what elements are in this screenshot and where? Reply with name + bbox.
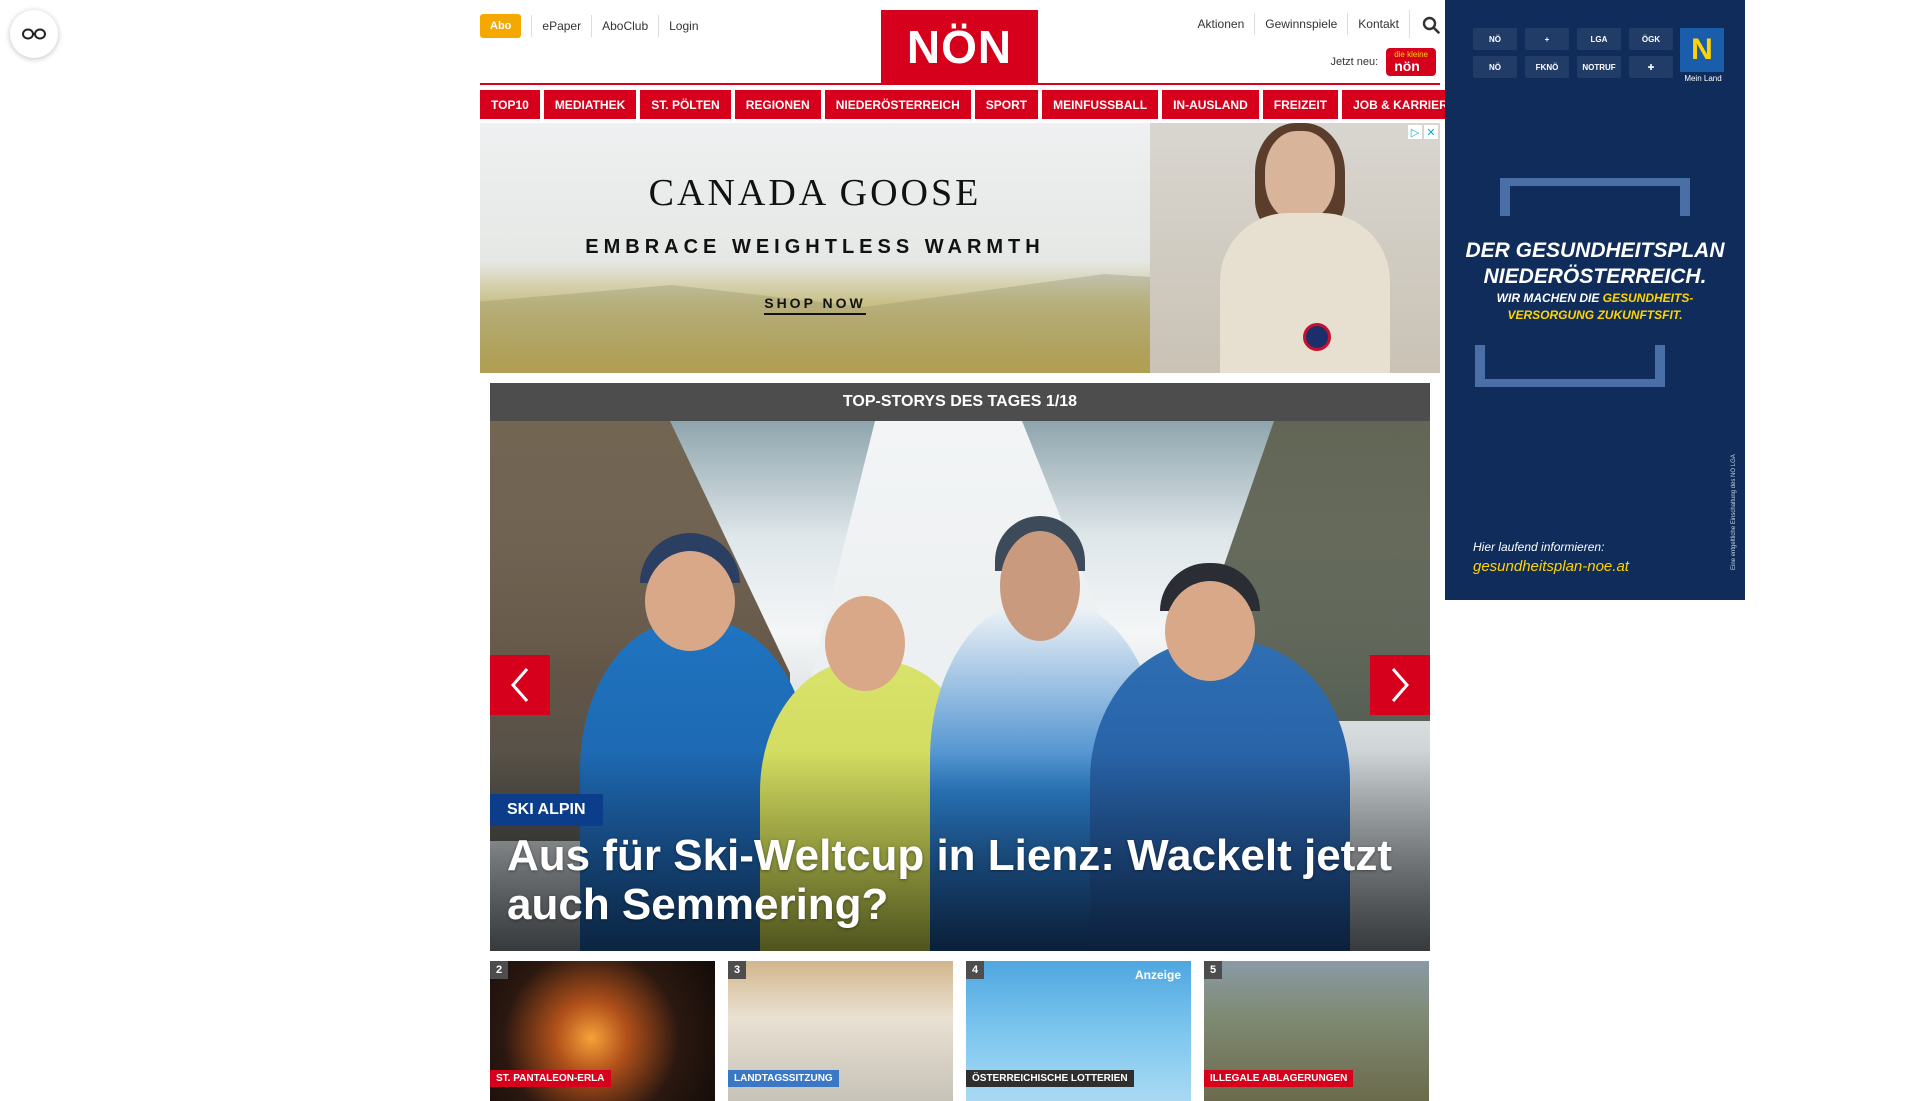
top-stories: TOP-STORYS DES TAGES 1/18 SKI ALPIN Aus …: [490, 383, 1430, 1101]
story-thumb-4[interactable]: 4 Anzeige ÖSTERREICHISCHE LOTTERIEN: [966, 961, 1191, 1101]
gewinnspiele-link[interactable]: Gewinnspiele: [1254, 13, 1347, 35]
header-divider: [480, 83, 1440, 85]
die-kleine-noen-logo[interactable]: die kleine nön: [1386, 48, 1436, 76]
jetzt-neu-label: Jetzt neu:: [1330, 56, 1379, 68]
jetzt-neu-row: Jetzt neu: die kleine nön: [1330, 48, 1436, 76]
side-ad-url[interactable]: gesundheitsplan-noe.at: [1473, 558, 1629, 575]
carousel-next-button[interactable]: [1370, 655, 1430, 715]
mein-land-logo: N: [1680, 28, 1724, 72]
ad-cta-label: SHOP NOW: [764, 295, 866, 315]
site-logo[interactable]: NÖN: [881, 10, 1038, 84]
side-ad-headline-line2: NIEDERÖSTERREICH.: [1483, 265, 1707, 288]
hero-headline[interactable]: Aus für Ski-Weltcup in Lienz: Wackelt je…: [507, 831, 1417, 929]
side-ad-sub-a: WIR MACHEN DIE: [1496, 291, 1603, 305]
nav-item-sport[interactable]: SPORT: [974, 90, 1039, 119]
thumb-category: ÖSTERREICHISCHE LOTTERIEN: [966, 1070, 1134, 1087]
nav-item-st-poelten[interactable]: ST. PÖLTEN: [640, 90, 731, 119]
kontakt-link[interactable]: Kontakt: [1347, 13, 1409, 35]
search-icon: [1422, 16, 1440, 34]
top-links-left: Abo ePaper AboClub Login: [480, 14, 709, 38]
story-thumb-2[interactable]: 2 ST. PANTALEON-ERLA: [490, 961, 715, 1101]
thumb-number: 4: [966, 961, 985, 979]
story-thumb-5[interactable]: 5 ILLEGALE ABLAGERUNGEN: [1204, 961, 1429, 1101]
ad-brand: CANADA GOOSE: [648, 172, 982, 214]
partner-logo: FKNÖ: [1525, 56, 1569, 78]
ad-cta[interactable]: SHOP NOW: [480, 295, 1150, 315]
side-ad-sub-line2: VERSORGUNG ZUKUNFTSFIT.: [1507, 308, 1683, 322]
bracket-decoration-bottom: [1475, 345, 1665, 387]
main-column: Abo ePaper AboClub Login NÖN Aktionen Ge…: [480, 0, 1467, 1101]
partner-logo: ✚: [1629, 56, 1673, 78]
thumb-number: 5: [1204, 961, 1223, 979]
side-ad-headline: DER GESUNDHEITSPLAN NIEDERÖSTERREICH.: [1445, 238, 1745, 290]
chevron-left-icon: [511, 668, 529, 702]
ad-model-image: [1150, 123, 1440, 373]
aktionen-link[interactable]: Aktionen: [1188, 13, 1255, 35]
nav-item-meinfussball[interactable]: MEINFUSSBALL: [1042, 90, 1159, 119]
epaper-link[interactable]: ePaper: [531, 15, 591, 37]
thumb-number: 2: [490, 961, 509, 979]
carousel-prev-button[interactable]: [490, 655, 550, 715]
partner-logo: LGA: [1577, 28, 1621, 50]
chevron-right-icon: [1391, 668, 1409, 702]
aboclub-link[interactable]: AboClub: [591, 15, 658, 37]
side-ad-info: Hier laufend informieren:: [1473, 540, 1605, 554]
top-links-right: Aktionen Gewinnspiele Kontakt: [1188, 10, 1440, 38]
partner-logo: NÖ: [1473, 28, 1517, 50]
nav-item-niederoesterreich[interactable]: NIEDERÖSTERREICH: [824, 90, 971, 119]
hero-story[interactable]: SKI ALPIN Aus für Ski-Weltcup in Lienz: …: [490, 421, 1430, 951]
banner-ad[interactable]: CANADA GOOSE EMBRACE WEIGHTLESS WARMTH S…: [480, 123, 1440, 373]
header: Abo ePaper AboClub Login NÖN Aktionen Ge…: [480, 0, 1440, 85]
reader-mode-toggle[interactable]: [10, 10, 58, 58]
close-icon[interactable]: ✕: [1424, 125, 1438, 139]
glasses-icon: [22, 28, 46, 40]
side-ad[interactable]: NÖ + LGA ÖGK NÖ FKNÖ NOTRUF ✚ N Mein Lan…: [1445, 0, 1745, 600]
ad-choices: ▷ ✕: [1408, 125, 1438, 139]
partner-logo: +: [1525, 28, 1569, 50]
top-stories-header: TOP-STORYS DES TAGES 1/18: [490, 383, 1430, 421]
bracket-decoration-top: [1500, 178, 1690, 216]
partner-logo: NÖ: [1473, 56, 1517, 78]
nav-item-in-ausland[interactable]: IN-AUSLAND: [1162, 90, 1259, 119]
nav-item-mediathek[interactable]: MEDIATHEK: [543, 90, 637, 119]
side-ad-subline: WIR MACHEN DIE GESUNDHEITS- VERSORGUNG Z…: [1445, 290, 1745, 324]
nav-item-regionen[interactable]: REGIONEN: [734, 90, 821, 119]
thumb-category: LANDTAGSSITZUNG: [728, 1070, 839, 1087]
sponsored-label: Anzeige: [1134, 968, 1181, 982]
ad-tagline: EMBRACE WEIGHTLESS WARMTH: [585, 236, 1045, 258]
login-link[interactable]: Login: [658, 15, 708, 37]
partner-logo: ÖGK: [1629, 28, 1673, 50]
story-thumb-3[interactable]: 3 LANDTAGSSITZUNG: [728, 961, 953, 1101]
thumb-number: 3: [728, 961, 747, 979]
partner-logo: NOTRUF: [1577, 56, 1621, 78]
mini-logo-text: nön: [1394, 58, 1420, 74]
thumb-category: ILLEGALE ABLAGERUNGEN: [1204, 1070, 1354, 1087]
main-nav: TOP10 MEDIATHEK ST. PÖLTEN REGIONEN NIED…: [480, 90, 1467, 119]
thumb-category: ST. PANTALEON-ERLA: [490, 1070, 611, 1087]
search-button[interactable]: [1409, 10, 1440, 38]
story-thumbnails: 2 ST. PANTALEON-ERLA 3 LANDTAGSSITZUNG 4…: [490, 961, 1430, 1101]
mein-land-caption: Mein Land: [1684, 74, 1722, 83]
abo-button[interactable]: Abo: [480, 14, 522, 38]
side-ad-sub-b: GESUNDHEITS-: [1602, 291, 1694, 305]
side-ad-disclaimer: Eine entgeltliche Einschaltung des NÖ LG…: [1731, 454, 1737, 570]
brand-badge-icon: [1303, 323, 1331, 351]
nav-item-freizeit[interactable]: FREIZEIT: [1262, 90, 1339, 119]
side-ad-headline-line1: DER GESUNDHEITSPLAN: [1465, 239, 1725, 262]
hero-category-badge[interactable]: SKI ALPIN: [490, 794, 603, 826]
adchoices-icon[interactable]: ▷: [1408, 125, 1422, 139]
nav-item-top10[interactable]: TOP10: [480, 90, 540, 119]
